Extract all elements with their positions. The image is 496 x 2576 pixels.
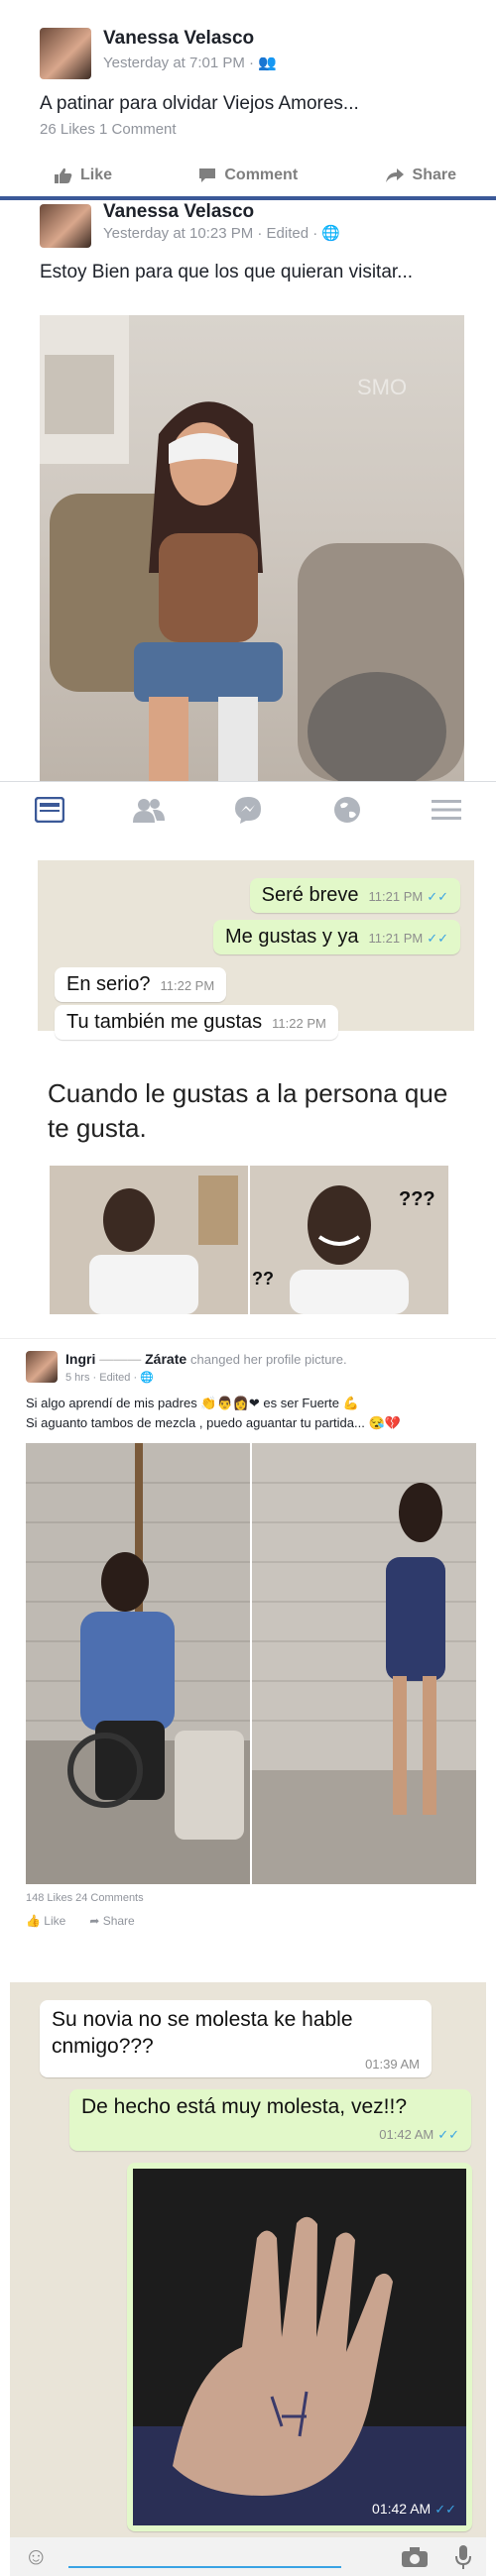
- message-input-bar: ☺: [10, 2537, 486, 2576]
- facebook-panel: Vanessa Velasco Yesterday at 7:01 PM · 👥…: [0, 0, 496, 838]
- share-button[interactable]: Share: [385, 167, 456, 184]
- thumbs-up-icon: [55, 168, 72, 183]
- divider: [0, 196, 496, 200]
- double-check-icon: ✓✓: [437, 2127, 459, 2142]
- chat-bubble-incoming: Su novia no se molesta ke hable cnmigo??…: [40, 2000, 432, 2077]
- microphone-icon[interactable]: [454, 2544, 472, 2570]
- tab-news-feed[interactable]: [30, 793, 69, 827]
- double-check-icon: ✓✓: [427, 889, 448, 904]
- profile-photo-left[interactable]: [26, 1443, 250, 1884]
- tab-messenger[interactable]: [228, 793, 268, 827]
- chat-bubble-incoming: En serio? 11:22 PM: [55, 967, 227, 1002]
- post-actions: Like Comment Share: [55, 167, 456, 184]
- globe-icon: [334, 797, 360, 823]
- post-author[interactable]: Vanessa Velasco: [103, 28, 254, 50]
- meme-right-illustration: ??? ??: [250, 1166, 448, 1314]
- chat-bubble-incoming: Tu también me gustas 11:22 PM: [55, 1005, 338, 1040]
- profile-photo-right[interactable]: [252, 1443, 476, 1884]
- photo-right-illustration: [252, 1443, 476, 1884]
- question-marks: ???: [399, 1188, 435, 1210]
- share-button[interactable]: ➦ Share: [89, 1914, 134, 1928]
- post-author[interactable]: Vanessa Velasco: [103, 201, 254, 223]
- hand-photo: 01:42 AM ✓✓: [133, 2169, 466, 2525]
- chat-bubble-outgoing: Me gustas y ya 11:21 PM ✓✓: [213, 920, 460, 954]
- chat-meme-panel: Seré breve 11:21 PM ✓✓ Me gustas y ya 11:21…: [0, 850, 496, 1326]
- globe-icon: 🌐: [321, 225, 341, 242]
- avatar[interactable]: [26, 1351, 58, 1383]
- emoji-icon: 😪💔: [368, 1415, 401, 1430]
- post-time: Yesterday at 10:23 PM · Edited · 🌐: [103, 225, 341, 242]
- double-check-icon: ✓✓: [434, 2502, 456, 2517]
- question-marks: ??: [252, 1269, 274, 1288]
- avatar[interactable]: [40, 204, 91, 248]
- news-feed-icon: [35, 797, 64, 823]
- like-button[interactable]: Like: [55, 167, 112, 184]
- post-time: Yesterday at 7:01 PM · 👥: [103, 55, 277, 71]
- messenger-icon: [235, 797, 261, 824]
- post-text-line-2: Si aguanto tambos de mezcla , puedo agua…: [26, 1415, 401, 1430]
- photo-left-illustration: [26, 1443, 250, 1884]
- globe-icon: 🌐: [140, 1372, 154, 1384]
- post-text-line-1: Si algo aprendí de mis padres 👏👨👩❤ es se…: [26, 1396, 359, 1410]
- hamburger-menu-icon: [432, 800, 461, 820]
- chat-photo-message[interactable]: 01:42 AM ✓✓: [127, 2163, 472, 2531]
- double-check-icon: ✓✓: [427, 931, 448, 946]
- post-author[interactable]: Ingri ——— Zárate changed her profile pic…: [65, 1351, 347, 1367]
- watermark: SMO: [357, 375, 407, 399]
- meme-left-illustration: [50, 1166, 248, 1314]
- post-text: A patinar para olvidar Viejos Amores...: [40, 93, 359, 114]
- avatar[interactable]: [40, 28, 91, 79]
- post-text: Estoy Bien para que los que quieran visi…: [40, 262, 414, 282]
- tab-menu[interactable]: [427, 793, 466, 827]
- meme-image-right: ??? ??: [250, 1166, 448, 1314]
- bottom-tab-bar: [0, 781, 496, 838]
- post-photo[interactable]: SMO: [40, 315, 464, 781]
- chat-bubble-outgoing: De hecho está muy molesta, vez!!? 01:42 …: [69, 2089, 471, 2151]
- emoji-icon: 👏👨👩❤: [200, 1396, 260, 1410]
- friends-icon: 👥: [258, 55, 277, 71]
- post-stats[interactable]: 148 Likes 24 Comments: [26, 1892, 144, 1904]
- emoji-icon[interactable]: ☺: [24, 2543, 49, 2571]
- meme-image-left: [50, 1166, 248, 1314]
- share-icon: [385, 168, 404, 182]
- photo-illustration: SMO: [40, 315, 464, 781]
- friends-icon: [133, 799, 165, 823]
- comment-icon: [199, 168, 216, 182]
- meme-caption: Cuando le gustas a la persona que te gus…: [48, 1078, 448, 1144]
- message-input[interactable]: [67, 2566, 341, 2568]
- tab-notifications[interactable]: [327, 793, 367, 827]
- emoji-icon: 💪: [342, 1396, 359, 1410]
- comment-button[interactable]: Comment: [198, 167, 298, 184]
- camera-icon[interactable]: [401, 2546, 429, 2568]
- tab-friends[interactable]: [129, 793, 169, 827]
- chat-bubble-outgoing: Seré breve 11:21 PM ✓✓: [249, 878, 460, 913]
- whatsapp-panel: Su novia no se molesta ke hable cnmigo??…: [10, 1982, 486, 2576]
- like-button[interactable]: 👍 Like: [26, 1914, 65, 1928]
- post-time: 5 hrs · Edited · 🌐: [65, 1372, 154, 1384]
- hand-illustration: [133, 2169, 466, 2525]
- post-actions: 👍 Like ➦ Share: [26, 1914, 135, 1928]
- facebook-profile-panel: Ingri ——— Zárate changed her profile pic…: [0, 1338, 496, 1977]
- post-stats[interactable]: 26 Likes 1 Comment: [40, 121, 177, 138]
